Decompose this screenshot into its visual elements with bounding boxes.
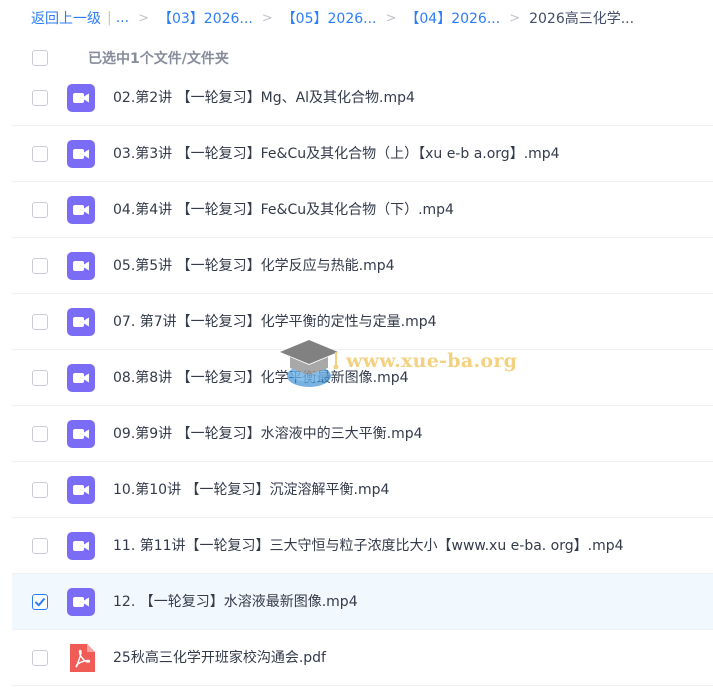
file-checkbox[interactable] [32, 426, 48, 442]
file-checkbox[interactable] [32, 146, 48, 162]
video-file-icon [67, 364, 95, 392]
file-row[interactable]: 07. 第7讲【一轮复习】化学平衡的定性与定量.mp4 [12, 294, 713, 350]
file-name[interactable]: 11. 第11讲【一轮复习】三大守恒与粒子浓度比大小【www.xu e-ba. … [113, 518, 624, 574]
file-checkbox[interactable] [32, 482, 48, 498]
file-row[interactable]: 02.第2讲 【一轮复习】Mg、Al及其化合物.mp4 [12, 70, 713, 126]
video-file-icon [67, 476, 95, 504]
video-file-icon [67, 532, 95, 560]
file-name[interactable]: 05.第5讲 【一轮复习】化学反应与热能.mp4 [113, 238, 395, 294]
file-checkbox[interactable] [32, 90, 48, 106]
file-checkbox[interactable] [32, 202, 48, 218]
video-file-icon [67, 252, 95, 280]
chevron-right-icon: > [138, 10, 149, 26]
file-name[interactable]: 03.第3讲 【一轮复习】Fe&Cu及其化合物（上）【xu e-b a.org】… [113, 126, 560, 182]
file-row[interactable]: 25秋高三化学开班家校沟通会.pdf [12, 630, 713, 686]
breadcrumb-item-04[interactable]: 【04】2026... [405, 8, 500, 28]
pdf-file-icon [67, 644, 95, 672]
checkmark-icon [34, 597, 46, 607]
file-name[interactable]: 04.第4讲 【一轮复习】Fe&Cu及其化合物（下）.mp4 [113, 182, 454, 238]
breadcrumb-separator: | [107, 10, 112, 26]
back-link[interactable]: 返回上一级 [31, 8, 101, 28]
file-name[interactable]: 12. 【一轮复习】水溶液最新图像.mp4 [113, 574, 358, 630]
breadcrumb-ellipsis[interactable]: ... [116, 10, 129, 26]
file-row[interactable]: 03.第3讲 【一轮复习】Fe&Cu及其化合物（上）【xu e-b a.org】… [12, 126, 713, 182]
file-row[interactable]: 08.第8讲 【一轮复习】化学平衡最新图像.mp4 [12, 350, 713, 406]
file-row[interactable]: 05.第5讲 【一轮复习】化学反应与热能.mp4 [12, 238, 713, 294]
file-row[interactable]: 11. 第11讲【一轮复习】三大守恒与粒子浓度比大小【www.xu e-ba. … [12, 518, 713, 574]
file-row[interactable]: 09.第9讲 【一轮复习】水溶液中的三大平衡.mp4 [12, 406, 713, 462]
select-all-checkbox[interactable] [32, 50, 48, 66]
breadcrumb-item-03[interactable]: 【03】2026... [158, 8, 253, 28]
chevron-right-icon: > [261, 10, 273, 26]
file-checkbox[interactable] [32, 370, 48, 386]
video-file-icon [67, 588, 95, 616]
file-name[interactable]: 07. 第7讲【一轮复习】化学平衡的定性与定量.mp4 [113, 294, 437, 350]
file-list: 02.第2讲 【一轮复习】Mg、Al及其化合物.mp4 03.第3讲 【一轮复习】… [12, 70, 713, 688]
file-name[interactable]: 08.第8讲 【一轮复习】化学平衡最新图像.mp4 [113, 350, 409, 406]
chevron-right-icon: > [509, 10, 521, 26]
video-file-icon [67, 84, 95, 112]
file-checkbox[interactable] [32, 258, 48, 274]
file-checkbox[interactable] [32, 314, 48, 330]
selection-status: 已选中1个文件/文件夹 [88, 51, 229, 67]
file-name[interactable]: 10.第10讲 【一轮复习】沉淀溶解平衡.mp4 [113, 462, 389, 518]
file-name[interactable]: 02.第2讲 【一轮复习】Mg、Al及其化合物.mp4 [113, 70, 415, 126]
file-row[interactable]: 12. 【一轮复习】水溶液最新图像.mp4 [12, 574, 713, 630]
video-file-icon [67, 308, 95, 336]
chevron-right-icon: > [385, 10, 397, 26]
video-file-icon [67, 420, 95, 448]
file-name[interactable]: 25秋高三化学开班家校沟通会.pdf [113, 630, 326, 686]
file-checkbox[interactable] [32, 538, 48, 554]
file-checkbox[interactable] [32, 650, 48, 666]
breadcrumb-item-05[interactable]: 【05】2026... [282, 8, 377, 28]
file-name[interactable]: 09.第9讲 【一轮复习】水溶液中的三大平衡.mp4 [113, 406, 423, 462]
video-file-icon [67, 140, 95, 168]
breadcrumb-current: 2026高三化学... [529, 11, 635, 27]
file-row[interactable]: 04.第4讲 【一轮复习】Fe&Cu及其化合物（下）.mp4 [12, 182, 713, 238]
breadcrumb: 返回上一级 | ... > 【03】2026... > 【05】2026... … [0, 0, 713, 36]
file-checkbox-checked[interactable] [32, 594, 48, 610]
video-file-icon [67, 196, 95, 224]
file-row[interactable]: 10.第10讲 【一轮复习】沉淀溶解平衡.mp4 [12, 462, 713, 518]
